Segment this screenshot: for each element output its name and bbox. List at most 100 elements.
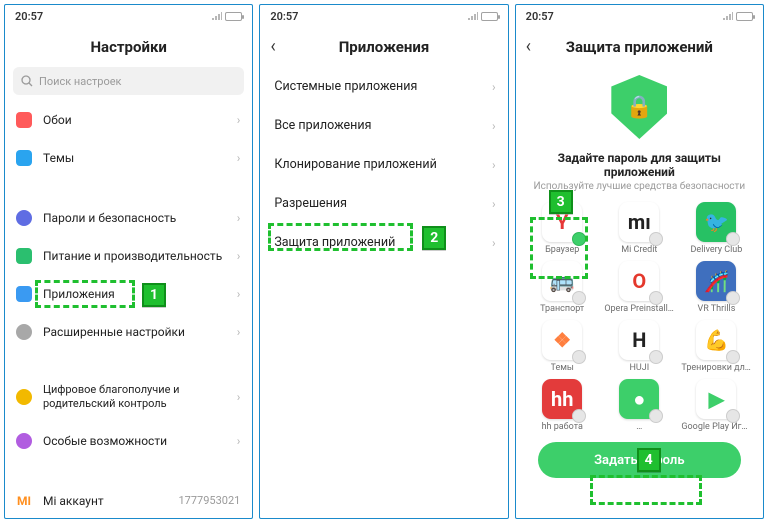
app-icon: H xyxy=(619,320,659,360)
advanced-icon xyxy=(15,323,33,341)
app-check-icon xyxy=(726,291,740,305)
chevron-right-icon: › xyxy=(492,236,496,250)
row-mi-account[interactable]: MI Mi аккаунт 1777953021 xyxy=(5,482,252,518)
back-button[interactable]: ‹ xyxy=(526,38,531,56)
row-cloning[interactable]: Клонирование приложений › xyxy=(260,145,507,184)
apps-list: Системные приложения › Все приложения › … xyxy=(260,67,507,518)
row-app-lock[interactable]: Защита приложений › xyxy=(260,223,507,262)
app-tile[interactable]: HHUJI xyxy=(603,320,676,373)
app-tile[interactable]: 🎢VR Thrills xyxy=(680,261,753,314)
chevron-right-icon: › xyxy=(237,113,241,127)
chevron-right-icon: › xyxy=(492,197,496,211)
app-label: Delivery Club xyxy=(691,245,743,255)
app-check-icon xyxy=(726,232,740,246)
chevron-right-icon: › xyxy=(492,158,496,172)
app-check-icon xyxy=(572,350,586,364)
screen-apps: 20:57 ‹ Приложения Системные приложения … xyxy=(259,4,508,519)
app-icon: ● xyxy=(619,379,659,419)
app-tile[interactable]: 🚌 Транспорт xyxy=(526,261,599,314)
app-tile[interactable]: hhhh работа xyxy=(526,379,599,432)
app-icon: hh xyxy=(542,379,582,419)
app-tile[interactable]: 💪Тренировки для До… xyxy=(680,320,753,373)
settings-list: Обои › Темы › Пароли и безопасность › Пи… xyxy=(5,101,252,518)
chevron-right-icon: › xyxy=(237,151,241,165)
set-password-heading: Задайте пароль для защиты приложений xyxy=(516,145,763,181)
mi-account-value: 1777953021 xyxy=(179,494,241,507)
page-title: Настройки xyxy=(90,38,166,56)
app-grid: YБраузер mı Mi Credit 🐦Delivery Club 🚌 Трансп… xyxy=(516,198,763,436)
titlebar: ‹ Приложения xyxy=(260,27,507,67)
battery-perf-icon xyxy=(15,247,33,265)
app-check-icon xyxy=(649,409,663,423)
screen-app-lock: 20:57 ‹ Защита приложений 🔒 Задайте паро… xyxy=(515,4,764,519)
status-time: 20:57 xyxy=(526,10,554,23)
row-themes[interactable]: Темы › xyxy=(5,139,252,177)
status-indicators xyxy=(468,12,498,21)
chevron-right-icon: › xyxy=(237,287,241,301)
app-tile[interactable]: YБраузер xyxy=(526,202,599,255)
app-icon: 🚌 xyxy=(542,261,582,301)
search-input[interactable]: Поиск настроек xyxy=(13,67,244,95)
chevron-right-icon: › xyxy=(237,390,241,404)
accessibility-icon xyxy=(15,432,33,450)
app-label: Браузер xyxy=(545,245,579,255)
app-label: … xyxy=(636,422,642,432)
chevron-right-icon: › xyxy=(237,249,241,263)
chevron-right-icon: › xyxy=(492,119,496,133)
row-all-apps[interactable]: Все приложения › xyxy=(260,106,507,145)
app-tile[interactable]: ▶ Google Play Игры xyxy=(680,379,753,432)
back-button[interactable]: ‹ xyxy=(270,38,275,56)
row-permissions[interactable]: Разрешения › xyxy=(260,184,507,223)
app-tile[interactable]: 🐦Delivery Club xyxy=(680,202,753,255)
app-tile[interactable]: O Opera Preinstall Data xyxy=(603,261,676,314)
row-advanced[interactable]: Расширенные настройки › xyxy=(5,313,252,351)
status-time: 20:57 xyxy=(270,10,298,23)
row-apps[interactable]: Приложения › xyxy=(5,275,252,313)
app-label: Тренировки для До… xyxy=(681,363,751,373)
app-icon: ▶ xyxy=(696,379,736,419)
app-tile[interactable]: ●… xyxy=(603,379,676,432)
callout-4: 4 xyxy=(590,475,702,505)
signal-icon xyxy=(468,12,478,20)
app-check-icon xyxy=(572,409,586,423)
set-password-button[interactable]: Задать пароль xyxy=(538,442,741,478)
battery-icon xyxy=(481,12,498,21)
app-label: Mi Credit xyxy=(621,245,657,255)
row-battery[interactable]: Питание и производительность › xyxy=(5,237,252,275)
wellbeing-icon xyxy=(15,388,33,406)
row-wellbeing[interactable]: Цифровое благополучие и родительский кон… xyxy=(5,373,252,422)
app-tile[interactable]: mı Mi Credit xyxy=(603,202,676,255)
row-accessibility[interactable]: Особые возможности › xyxy=(5,422,252,460)
chevron-right-icon: › xyxy=(237,211,241,225)
app-label: VR Thrills xyxy=(697,304,735,314)
status-indicators xyxy=(723,12,753,21)
status-indicators xyxy=(212,12,242,21)
themes-icon xyxy=(15,149,33,167)
row-passwords[interactable]: Пароли и безопасность › xyxy=(5,199,252,237)
set-password-subtext: Используйте лучшие средства безопасности xyxy=(516,181,763,198)
row-wallpaper[interactable]: Обои › xyxy=(5,101,252,139)
app-label: Google Play Игры xyxy=(681,422,751,432)
search-placeholder: Поиск настроек xyxy=(39,75,122,88)
apps-icon xyxy=(15,285,33,303)
status-time: 20:57 xyxy=(15,10,43,23)
status-bar: 20:57 xyxy=(516,5,763,27)
chevron-right-icon: › xyxy=(492,80,496,94)
status-bar: 20:57 xyxy=(5,5,252,27)
screen-settings: 20:57 Настройки Поиск настроек Обои › Те… xyxy=(4,4,253,519)
search-icon xyxy=(21,75,33,87)
row-system-apps[interactable]: Системные приложения › xyxy=(260,67,507,106)
app-icon: ❖ xyxy=(542,320,582,360)
app-label: Транспорт xyxy=(540,304,584,314)
app-icon: mı xyxy=(619,202,659,242)
mi-icon: MI xyxy=(15,492,33,510)
app-tile[interactable]: ❖Темы xyxy=(526,320,599,373)
app-icon: O xyxy=(619,261,659,301)
titlebar: ‹ Защита приложений xyxy=(516,27,763,67)
app-check-icon xyxy=(649,291,663,305)
app-label: Opera Preinstall Data xyxy=(604,304,674,314)
signal-icon xyxy=(723,12,733,20)
app-check-icon xyxy=(572,232,586,246)
page-title: Защита приложений xyxy=(566,38,713,56)
shield-icon: 🔒 xyxy=(516,67,763,145)
